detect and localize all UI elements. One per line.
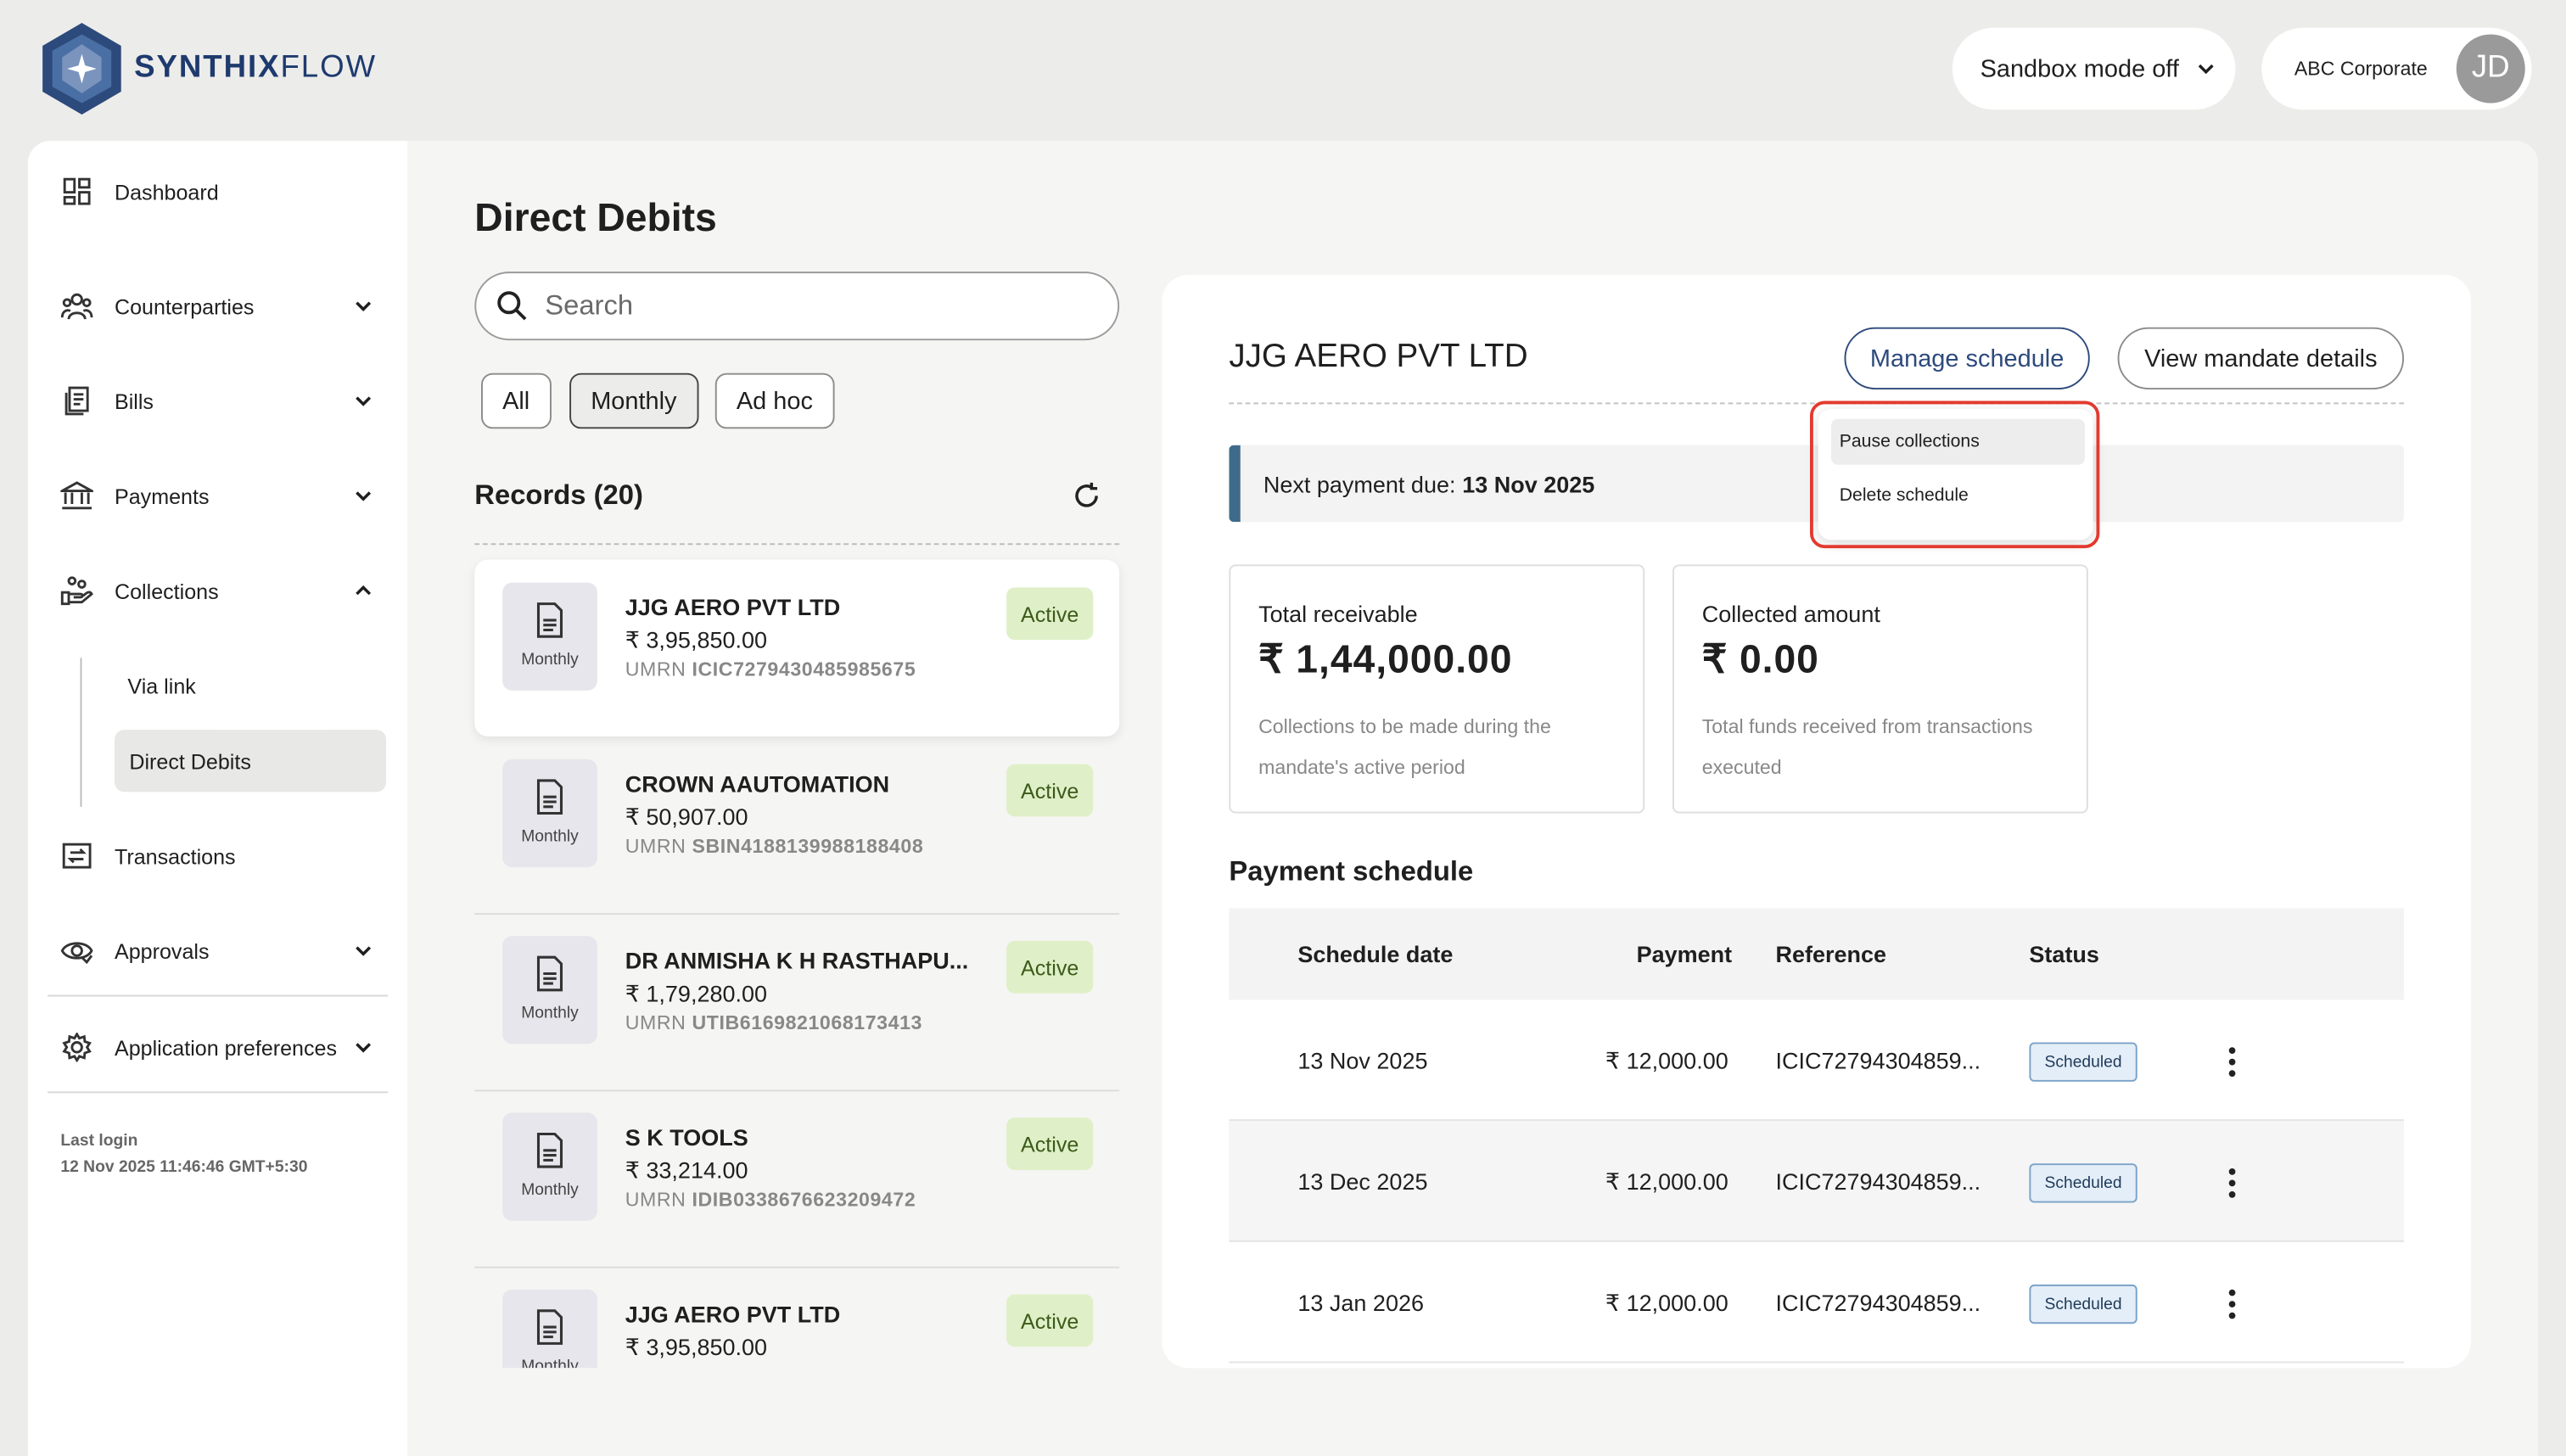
record-doc: Monthly (502, 759, 597, 868)
row-reference: ICIC72794304859... (1775, 1047, 1981, 1074)
status-badge: Scheduled (2029, 1284, 2137, 1324)
document-icon (536, 779, 563, 815)
record-umrn-value: IDIB0338676623209472 (692, 1188, 916, 1212)
table-row[interactable]: 13 Jan 2026 ₹ 12,000.00 ICIC72794304859.… (1229, 1242, 2405, 1364)
col-schedule-date: Schedule date (1297, 940, 1454, 967)
record-frequency: Monthly (521, 1005, 579, 1023)
row-reference: ICIC72794304859... (1775, 1289, 1981, 1316)
row-payment: ₹ 12,000.00 (1605, 1289, 1728, 1316)
main-shell: Dashboard Counterparties Bills Payments … (27, 140, 2539, 1456)
record-umrn: UMRN UTIB6169821068173413 (625, 1011, 922, 1034)
next-due-value: 13 Nov 2025 (1462, 470, 1595, 497)
total-receivable-label: Total receivable (1258, 600, 1418, 627)
table-row[interactable]: 13 Nov 2025 ₹ 12,000.00 ICIC72794304859.… (1229, 1000, 2405, 1122)
record-card[interactable]: Monthly CROWN AAUTOMATION ₹ 50,907.00 UM… (474, 736, 1120, 916)
record-name: JJG AERO PVT LTD (625, 594, 841, 620)
record-umrn-value: SBIN4188139988188408 (692, 834, 924, 858)
record-umrn: UMRN ICIC7279430485985675 (625, 658, 916, 680)
avatar[interactable]: JD (2456, 34, 2525, 104)
status-badge: Active (1006, 764, 1094, 817)
status-badge: Scheduled (2029, 1042, 2137, 1082)
row-date: 13 Dec 2025 (1297, 1168, 1428, 1195)
total-receivable-card: Total receivable ₹ 1,44,000.00 Collectio… (1229, 564, 1645, 814)
more-options-icon[interactable] (2226, 1288, 2238, 1321)
record-umrn-label: UMRN (625, 1011, 686, 1034)
collected-desc: Total funds received from transactions e… (1701, 714, 2033, 779)
record-umrn-label: UMRN (625, 658, 686, 681)
record-amount: ₹ 3,95,850.00 (625, 626, 768, 653)
sandbox-dropdown[interactable]: Sandbox mode off (1952, 27, 2236, 110)
records-list: Monthly JJG AERO PVT LTD ₹ 3,95,850.00 U… (28, 141, 1174, 1369)
col-reference: Reference (1775, 940, 1887, 967)
record-amount: ₹ 1,79,280.00 (625, 980, 768, 1007)
highlight-box (1809, 400, 2100, 549)
record-name: CROWN AAUTOMATION (625, 770, 890, 798)
record-doc: Monthly (502, 1112, 597, 1221)
record-frequency: Monthly (521, 827, 579, 847)
status-badge: Active (1006, 587, 1094, 641)
status-badge: Active (1006, 1117, 1094, 1170)
status-badge: Active (1006, 1294, 1094, 1347)
account-switcher[interactable]: ABC Corporate JD (2261, 27, 2532, 110)
col-payment: Payment (1636, 940, 1733, 967)
record-umrn-value: ICIC7279430485985675 (692, 658, 916, 681)
status-badge: Active (1006, 940, 1094, 994)
document-icon (536, 1132, 563, 1168)
more-options-icon[interactable] (2226, 1045, 2238, 1078)
record-umrn: UMRN IDIB0338676623209472 (625, 1188, 916, 1211)
collected-amount-card: Collected amount ₹ 0.00 Total funds rece… (1672, 564, 2088, 814)
record-card[interactable]: Monthly JJG AERO PVT LTD ₹ 3,95,850.00 A… (474, 1267, 1119, 1369)
sandbox-label: Sandbox mode off (1980, 54, 2179, 83)
row-date: 13 Nov 2025 (1297, 1047, 1428, 1074)
record-frequency: Monthly (521, 1358, 579, 1369)
record-umrn-label: UMRN (625, 834, 686, 858)
next-due-label: Next payment due: (1263, 470, 1456, 497)
manage-schedule-button[interactable]: Manage schedule (1844, 327, 2090, 389)
row-payment: ₹ 12,000.00 (1605, 1047, 1728, 1074)
record-name: JJG AERO PVT LTD (625, 1301, 841, 1328)
brand-name: SYNTHIXFLOW (134, 51, 377, 87)
payment-schedule-heading: Payment schedule (1229, 855, 1474, 888)
record-umrn-value: UTIB6169821068173413 (692, 1011, 922, 1034)
brand-secondary: FLOW (280, 50, 378, 86)
account-name: ABC Corporate (2294, 57, 2428, 81)
document-icon (536, 1309, 563, 1345)
view-mandate-details-button[interactable]: View mandate details (2117, 327, 2405, 389)
record-doc: Monthly (502, 582, 597, 691)
record-frequency: Monthly (521, 1181, 579, 1200)
record-umrn-label: UMRN (625, 1188, 686, 1212)
status-badge: Scheduled (2029, 1163, 2137, 1203)
row-payment: ₹ 12,000.00 (1605, 1168, 1728, 1195)
document-icon (536, 602, 563, 638)
record-card[interactable]: Monthly S K TOOLS ₹ 33,214.00 UMRN IDIB0… (474, 1089, 1120, 1268)
app-root: SYNTHIXFLOW Sandbox mode off ABC Corpora… (0, 0, 2566, 1456)
total-receivable-value: ₹ 1,44,000.00 (1258, 638, 1513, 683)
record-doc: Monthly (502, 936, 597, 1044)
record-name: DR ANMISHA K H RASTHAPU... (625, 947, 969, 974)
record-name: S K TOOLS (625, 1123, 748, 1151)
record-amount: ₹ 3,95,850.00 (625, 1333, 768, 1360)
brand-primary: SYNTHIX (134, 50, 281, 86)
mandate-title: JJG AERO PVT LTD (1229, 339, 1528, 375)
more-options-icon[interactable] (2226, 1167, 2238, 1200)
record-amount: ₹ 50,907.00 (625, 803, 748, 830)
record-umrn: UMRN SBIN4188139988188408 (625, 835, 924, 858)
brand-logo[interactable]: SYNTHIXFLOW (39, 21, 377, 116)
row-date: 13 Jan 2026 (1297, 1289, 1425, 1316)
row-reference: ICIC72794304859... (1775, 1168, 1981, 1195)
record-card[interactable]: Monthly JJG AERO PVT LTD ₹ 3,95,850.00 U… (474, 559, 1120, 736)
chevron-down-icon (2199, 64, 2215, 75)
schedule-table-header: Schedule date Payment Reference Status (1229, 908, 2405, 1000)
collected-value: ₹ 0.00 (1701, 638, 1819, 683)
record-amount: ₹ 33,214.00 (625, 1156, 748, 1184)
total-receivable-desc: Collections to be made during the mandat… (1258, 714, 1551, 779)
logo-icon (42, 22, 121, 115)
record-frequency: Monthly (521, 651, 579, 669)
record-card[interactable]: Monthly DR ANMISHA K H RASTHAPU... ₹ 1,7… (474, 913, 1120, 1092)
document-icon (536, 955, 563, 992)
record-doc: Monthly (502, 1289, 597, 1369)
collected-label: Collected amount (1701, 600, 1880, 627)
col-status: Status (2029, 940, 2099, 967)
table-row[interactable]: 13 Dec 2025 ₹ 12,000.00 ICIC72794304859.… (1229, 1121, 2405, 1242)
